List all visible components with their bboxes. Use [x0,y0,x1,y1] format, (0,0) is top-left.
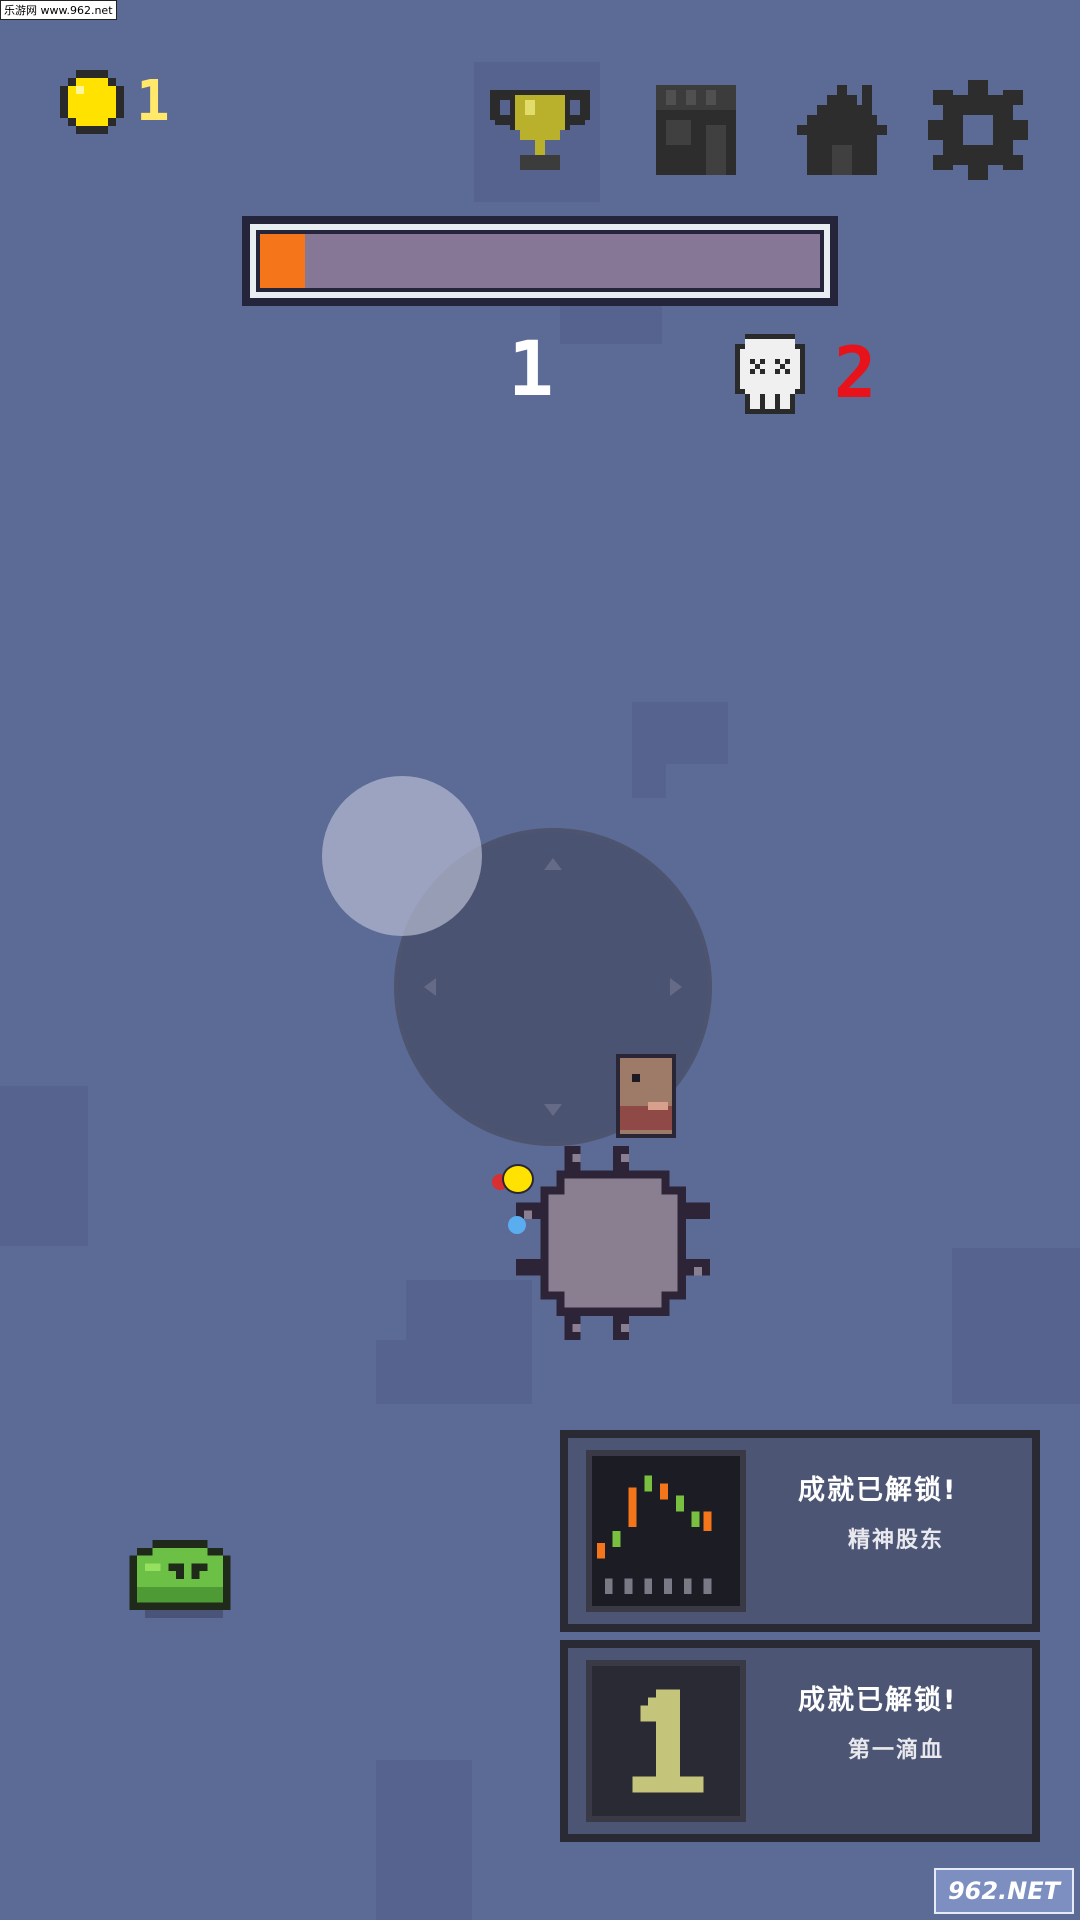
spiked-enemy [516,1146,710,1344]
bg-block [632,702,666,798]
player-character [616,1054,676,1142]
home-icon [797,85,887,175]
joystick-knob[interactable] [322,776,482,936]
death-count: 2 [834,332,877,414]
settings-button[interactable] [928,80,1028,180]
coin-counter: 1 [60,70,170,134]
bg-block [376,1340,436,1404]
achievement-name: 第一滴血 [848,1738,945,1763]
bg-block [952,1248,1080,1404]
trophy-button[interactable] [490,80,590,180]
coin-icon [60,70,124,134]
gear-icon [928,80,1028,180]
slime-enemy [128,1540,232,1622]
achievement-toast: 成就已解锁! 精神股东 [560,1430,1040,1632]
achievement-name: 精神股东 [848,1528,945,1553]
achievement-title: 成就已解锁! [798,1475,958,1506]
watermark-label: 乐游网 www.962.net [0,0,117,20]
shop-button[interactable] [646,80,746,180]
number-one-icon [586,1660,746,1822]
shop-icon [656,85,736,175]
level-progress-bar [242,216,838,306]
skull-icon [730,334,810,418]
chart-icon [586,1450,746,1612]
progress-fill [260,234,305,288]
site-logo: 962.NET [934,1868,1074,1914]
bg-block [0,1086,88,1246]
level-number: 1 [508,324,554,413]
progress-track [260,234,820,288]
particle-yellow [504,1166,532,1192]
home-button[interactable] [792,80,892,180]
achievement-toast: 成就已解锁! 第一滴血 [560,1640,1040,1842]
particle-blue [508,1216,526,1234]
achievement-title: 成就已解锁! [798,1685,958,1716]
coin-count: 1 [136,69,170,134]
trophy-icon [490,90,590,170]
bg-block [376,1760,472,1920]
